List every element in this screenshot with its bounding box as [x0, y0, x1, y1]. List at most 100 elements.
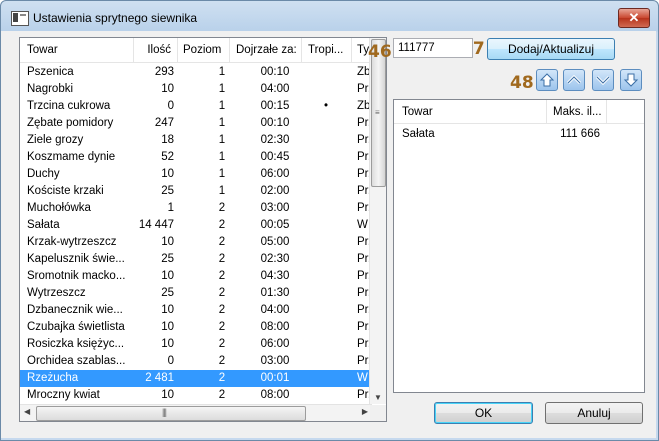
move-top-icon [539, 73, 555, 87]
table-row[interactable]: Orchidea szablas... 0 2 03:00 Pr. [20, 353, 372, 370]
cell-ready: 02:30 [260, 253, 290, 265]
ok-button[interactable]: OK [434, 402, 533, 424]
move-up-button[interactable] [563, 69, 585, 91]
cell-trop [320, 319, 332, 336]
cell-name: Zębate pomidory [27, 117, 114, 129]
window-title: Ustawienia sprytnego siewnika [33, 11, 198, 25]
seed-list-header: Towar Ilość Poziom Dojrzałe za: Tropi...… [20, 38, 382, 63]
horizontal-scroll-thumb[interactable]: ||| [36, 406, 306, 421]
table-row[interactable]: Rosiczka księżyc... 10 2 06:00 Pr. [20, 336, 372, 353]
cell-qty: 2 481 [145, 372, 174, 384]
cell-ready: 06:00 [260, 338, 290, 350]
cell-trop [320, 268, 332, 285]
cell-ready: 00:05 [260, 219, 290, 231]
cell-name: Rzeżucha [27, 372, 79, 384]
cell-trop [320, 370, 332, 387]
cell-ready: 04:30 [260, 270, 290, 282]
cell-qty: 25 [161, 185, 174, 197]
move-top-button[interactable] [536, 69, 558, 91]
title-bar[interactable]: Ustawienia sprytnego siewnika ✕ [1, 1, 658, 33]
add-update-button[interactable]: Dodaj/Aktualizuj [487, 38, 615, 60]
close-button[interactable]: ✕ [618, 8, 650, 28]
cell-name: Mroczny kwiat [27, 389, 100, 401]
cell-name: Nagrobki [27, 83, 74, 95]
table-row[interactable]: Sałata 14 447 2 00:05 W [20, 217, 372, 234]
close-icon: ✕ [628, 10, 640, 25]
cell-qty: 10 [161, 338, 174, 350]
cell-ready: 04:00 [260, 304, 290, 316]
table-row[interactable]: Kościste krzaki 25 1 02:00 Pr. [20, 183, 372, 200]
table-row[interactable]: Trzcina cukrowa 0 1 00:15 • Zb [20, 98, 372, 115]
limits-header-towar[interactable]: Towar [394, 100, 547, 124]
max-quantity-input[interactable]: 111777 [393, 38, 473, 58]
table-row[interactable]: Zębate pomidory 247 1 00:10 Pr. [20, 115, 372, 132]
table-row[interactable]: Czubajka świetlista 10 2 08:00 Pr. [20, 319, 372, 336]
table-row[interactable]: Duchy 10 1 06:00 Pr. [20, 166, 372, 183]
marker-48: 48 [510, 73, 534, 93]
cell-trop [320, 81, 332, 98]
table-row[interactable]: Nagrobki 10 1 04:00 Pr. [20, 81, 372, 98]
cell-ready: 08:00 [260, 321, 290, 333]
cell-name: Pszenica [27, 66, 74, 78]
table-row[interactable]: Rzeżucha 2 481 2 00:01 W [20, 370, 372, 387]
cell-ready: 03:00 [260, 355, 290, 367]
cell-qty: 293 [154, 66, 174, 78]
cell-name: Dzbanecznik wie... [27, 304, 123, 316]
cell-ready: 06:00 [260, 168, 290, 180]
table-row[interactable]: Pszenica 293 1 00:10 Zb [20, 64, 372, 81]
cell-name: Krzak-wytrzeszcz [27, 236, 117, 248]
cancel-button[interactable]: Anuluj [545, 402, 643, 424]
table-row[interactable]: Muchołówka 1 2 03:00 Pr. [20, 200, 372, 217]
limits-item-name: Sałata [402, 128, 435, 140]
move-down-button[interactable] [592, 69, 614, 91]
table-row[interactable]: Koszmame dynie 52 1 00:45 Pr. [20, 149, 372, 166]
table-row[interactable]: Mroczny kwiat 10 2 08:00 Pr. [20, 387, 372, 404]
horizontal-scrollbar[interactable]: ◀ ||| ▶ [20, 404, 372, 421]
cell-trop [320, 183, 332, 200]
table-row[interactable]: Kapelusznik świe... 25 2 02:30 Pr. [20, 251, 372, 268]
table-row[interactable]: Dzbanecznik wie... 10 2 04:00 Pr. [20, 302, 372, 319]
cell-qty: 14 447 [138, 219, 174, 231]
seed-list[interactable]: Towar Ilość Poziom Dojrzałe za: Tropi...… [19, 37, 387, 422]
cell-ready: 08:00 [260, 389, 290, 401]
cell-qty: 10 [161, 270, 174, 282]
table-row[interactable]: Sromotnik macko... 10 2 04:30 Pr. [20, 268, 372, 285]
cell-ready: 00:10 [260, 66, 290, 78]
col-header-ilosc[interactable]: Ilość [134, 38, 178, 62]
col-header-poziom[interactable]: Poziom [178, 38, 230, 62]
cell-trop [320, 200, 332, 217]
cell-name: Koszmame dynie [27, 151, 116, 163]
cell-qty: 10 [161, 83, 174, 95]
col-header-towar[interactable]: Towar [20, 38, 134, 62]
cell-ready: 01:30 [260, 287, 290, 299]
scroll-right-icon[interactable]: ▶ [362, 407, 368, 416]
marker-46: 46 [368, 42, 392, 62]
cell-ready: 02:30 [260, 134, 290, 146]
table-row[interactable]: Krzak-wytrzeszcz 10 2 05:00 Pr. [20, 234, 372, 251]
limits-row[interactable]: Sałata 111 666 [394, 126, 644, 143]
cell-qty: 52 [161, 151, 174, 163]
move-bottom-button[interactable] [620, 69, 642, 91]
move-up-icon [566, 74, 582, 85]
cell-name: Wytrzeszcz [27, 287, 86, 299]
cell-trop [320, 387, 332, 404]
limits-header-maks[interactable]: Maks. il... [547, 100, 607, 124]
limits-list[interactable]: Towar Maks. il... Sałata 111 666 [393, 99, 645, 393]
cell-trop [320, 234, 332, 251]
cell-trop [320, 64, 332, 81]
col-header-dojrzale[interactable]: Dojrzałe za: [230, 38, 302, 62]
cell-name: Duchy [27, 168, 60, 180]
cell-trop [320, 285, 332, 302]
cell-qty: 18 [161, 134, 174, 146]
limits-header-blank [607, 100, 644, 124]
scroll-down-icon[interactable]: ▼ [374, 393, 382, 402]
scroll-corner [370, 405, 386, 421]
cell-ready: 02:00 [260, 185, 290, 197]
scroll-left-icon[interactable]: ◀ [24, 407, 30, 416]
col-header-tropi[interactable]: Tropi... [302, 38, 352, 62]
cell-name: Kapelusznik świe... [27, 253, 125, 265]
vertical-scrollbar[interactable]: ≡ ▼ [369, 38, 386, 404]
table-row[interactable]: Wytrzeszcz 25 2 01:30 Pr. [20, 285, 372, 302]
table-row[interactable]: Ziele grozy 18 1 02:30 Pr. [20, 132, 372, 149]
cell-ready: 03:00 [260, 202, 290, 214]
